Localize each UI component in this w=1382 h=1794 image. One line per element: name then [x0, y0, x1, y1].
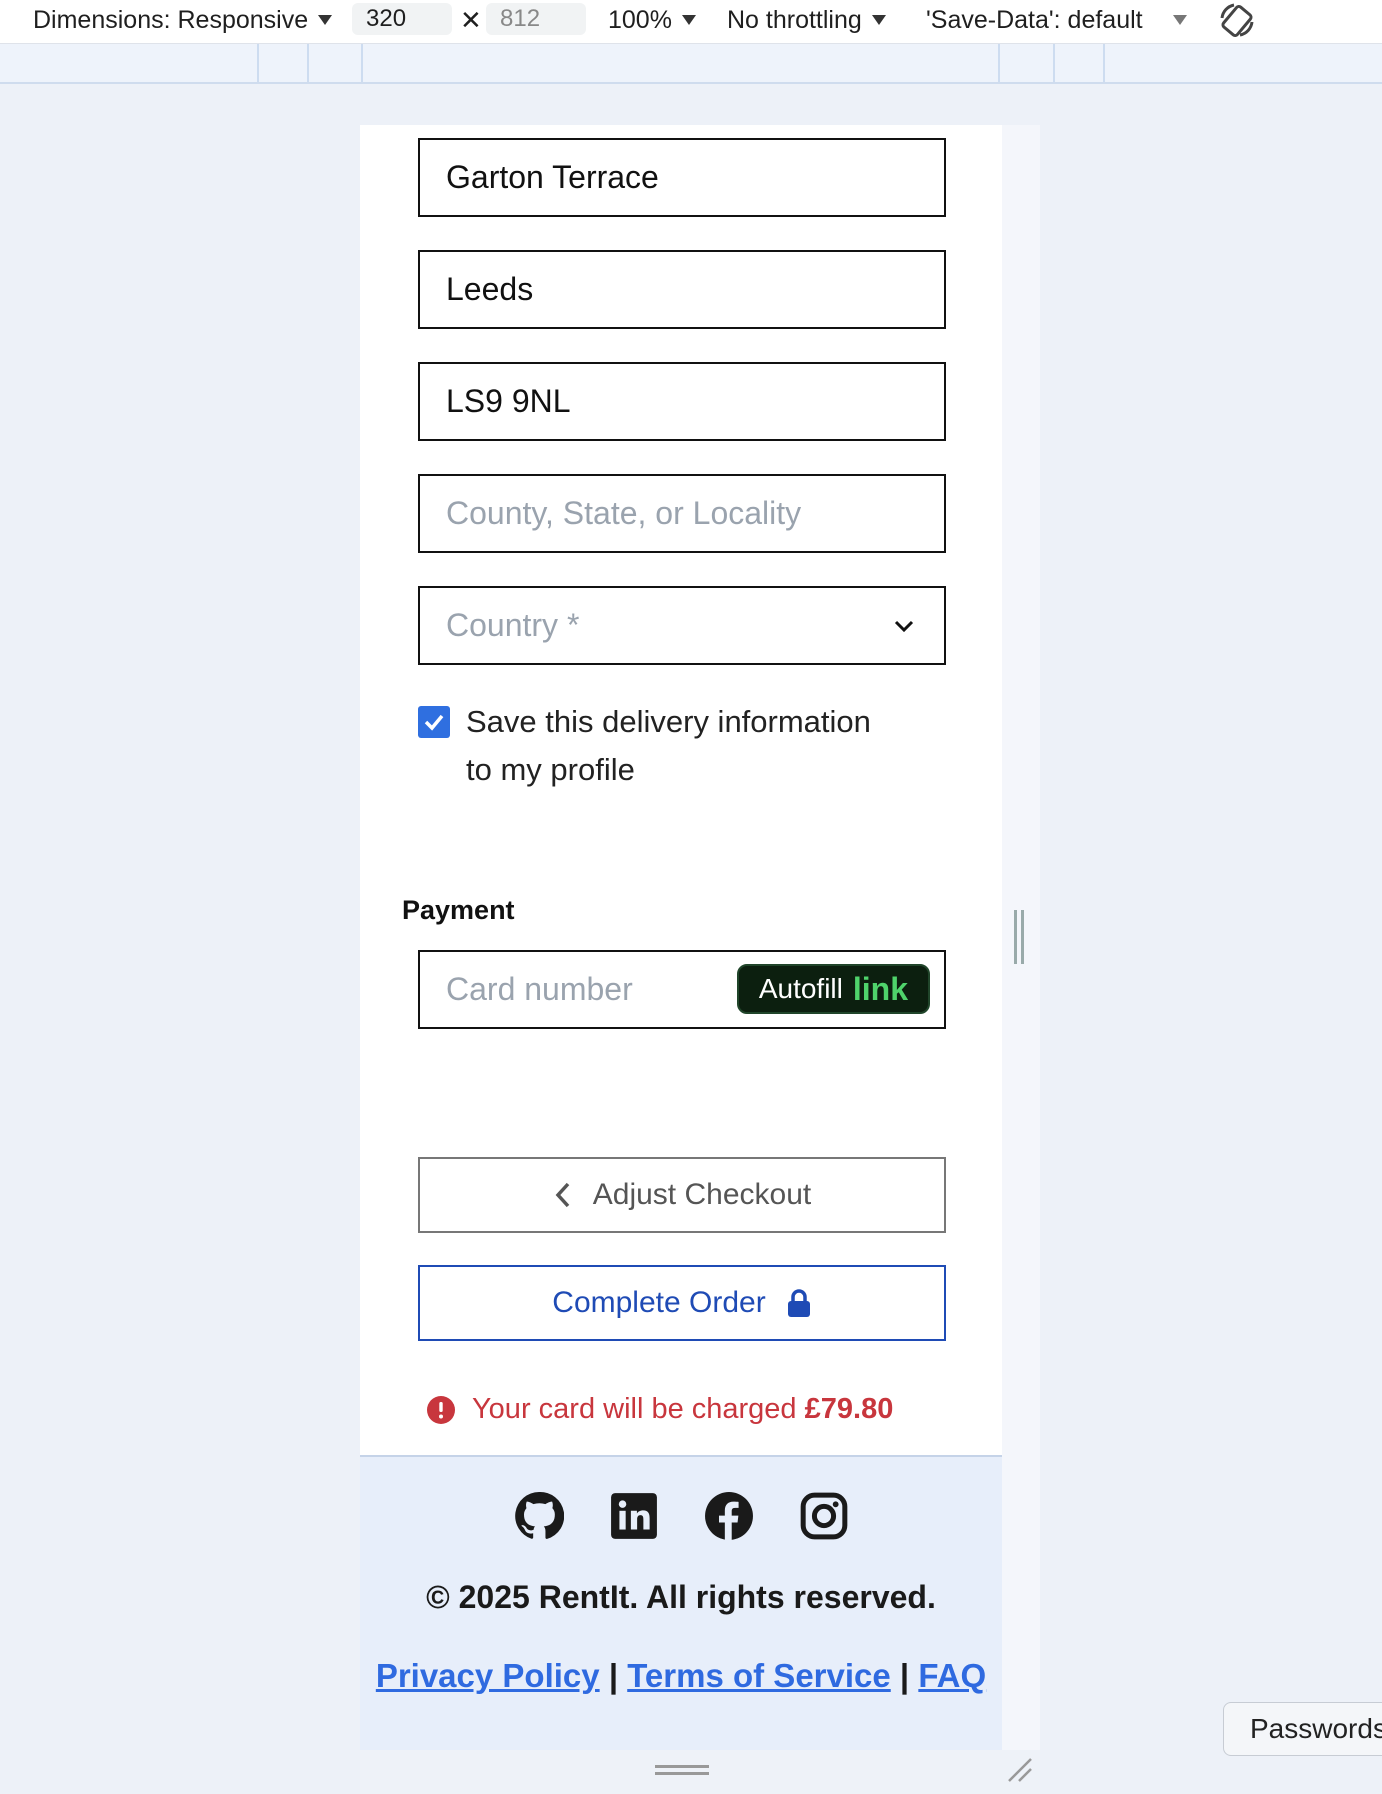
dropdown-arrow-icon	[871, 15, 886, 25]
charge-notice: Your card will be charged £79.80	[426, 1393, 893, 1426]
passwords-tooltip[interactable]: Passwords	[1223, 1702, 1382, 1756]
charge-amount: £79.80	[804, 1393, 894, 1425]
complete-order-label: Complete Order	[552, 1286, 766, 1319]
complete-order-button[interactable]: Complete Order	[418, 1265, 946, 1341]
dropdown-arrow-icon	[318, 15, 333, 25]
privacy-policy-link[interactable]: Privacy Policy	[376, 1657, 600, 1694]
adjust-checkout-button[interactable]: Adjust Checkout	[418, 1157, 946, 1233]
autofill-label: Autofill	[758, 973, 843, 1004]
dimensions-dropdown[interactable]: Dimensions: Responsive	[33, 0, 333, 40]
alert-icon	[427, 1395, 455, 1424]
country-placeholder: Country *	[446, 607, 580, 643]
device-viewport: Garton Terrace Leeds LS9 9NL County, Sta…	[360, 125, 1002, 1750]
adjust-checkout-label: Adjust Checkout	[592, 1178, 812, 1211]
link-separator: |	[608, 1657, 619, 1694]
times-icon: ✕	[460, 4, 482, 35]
postcode-field[interactable]: LS9 9NL	[418, 362, 946, 441]
link-separator: |	[899, 1657, 910, 1694]
county-field[interactable]: County, State, or Locality	[418, 474, 946, 553]
throttling-dropdown[interactable]: No throttling	[727, 0, 886, 40]
media-query-ruler	[0, 44, 1382, 84]
instagram-icon[interactable]	[799, 1491, 849, 1541]
linkedin-icon[interactable]	[609, 1491, 659, 1541]
dropdown-arrow-icon	[1172, 15, 1187, 25]
height-input[interactable]: 812	[486, 3, 586, 35]
ruler-segment[interactable]	[1103, 44, 1105, 82]
ruler-segment[interactable]	[257, 44, 259, 82]
chevron-down-icon	[894, 620, 914, 633]
card-number-field[interactable]: Card number Autofill link	[418, 950, 946, 1029]
save-info-checkbox[interactable]	[418, 706, 450, 738]
dropdown-arrow-icon	[681, 15, 696, 25]
facebook-icon[interactable]	[704, 1491, 754, 1541]
zoom-dropdown[interactable]: 100%	[608, 0, 696, 40]
save-data-dropdown[interactable]: 'Save-Data': default	[926, 0, 1187, 40]
save-info-label[interactable]: Save this delivery information to my pro…	[466, 698, 886, 794]
ruler-segment[interactable]	[361, 44, 363, 82]
checkmark-icon	[424, 714, 444, 731]
footer-links: Privacy Policy | Terms of Service | FAQ	[360, 1657, 1002, 1695]
ruler-segment[interactable]	[998, 44, 1000, 82]
terms-of-service-link[interactable]: Terms of Service	[627, 1657, 891, 1694]
social-links	[360, 1491, 1002, 1541]
ruler-segment[interactable]	[307, 44, 309, 82]
width-resize-handle[interactable]	[1014, 910, 1024, 964]
width-input[interactable]: 320	[352, 3, 452, 35]
street-field[interactable]: Garton Terrace	[418, 138, 946, 217]
height-resize-handle[interactable]	[655, 1765, 709, 1775]
save-data-label: 'Save-Data': default	[926, 5, 1143, 34]
lock-icon	[787, 1289, 810, 1317]
zoom-label: 100%	[608, 5, 672, 34]
autofill-link-button[interactable]: Autofill link	[736, 964, 930, 1014]
rotate-device-icon[interactable]	[1218, 2, 1258, 38]
link-brand-logo: link	[852, 970, 908, 1007]
site-footer: © 2025 RentIt. All rights reserved. Priv…	[360, 1455, 1002, 1750]
throttling-label: No throttling	[727, 5, 862, 34]
charge-prefix: Your card will be charged	[472, 1393, 805, 1425]
copyright-text: © 2025 RentIt. All rights reserved.	[426, 1579, 936, 1615]
ruler-segment[interactable]	[1053, 44, 1055, 82]
city-field[interactable]: Leeds	[418, 250, 946, 329]
resize-corner-icon[interactable]	[1005, 1755, 1035, 1785]
country-select[interactable]: Country *	[418, 586, 946, 665]
card-number-placeholder: Card number	[446, 971, 633, 1007]
payment-heading: Payment	[402, 895, 515, 925]
devtools-toolbar: Dimensions: Responsive 320 ✕ 812 100% No…	[0, 0, 1382, 44]
dimensions-label: Dimensions: Responsive	[33, 5, 309, 34]
github-icon[interactable]	[514, 1491, 564, 1541]
chevron-left-icon	[555, 1182, 570, 1208]
charge-text: Your card will be charged £79.80	[472, 1393, 893, 1426]
faq-link[interactable]: FAQ	[918, 1657, 986, 1694]
